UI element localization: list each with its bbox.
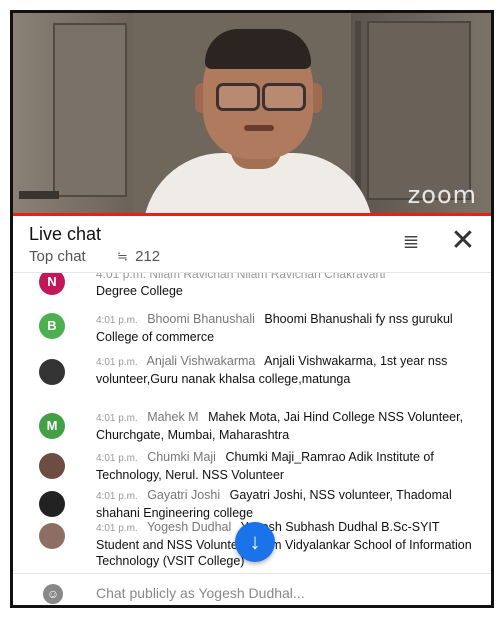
message-clipped-header: 4:01 p.m. Nilam Ravichan Nilam Ravichan … bbox=[96, 273, 386, 281]
chat-input-bar[interactable]: ☺ Chat publicly as Yogesh Dudhal... bbox=[13, 573, 491, 605]
avatar[interactable]: M bbox=[39, 413, 65, 439]
list-item: 4:01 p.m. Anjali Vishwakarma Anjali Vish… bbox=[13, 353, 491, 407]
speaker-hair bbox=[205, 29, 311, 69]
list-item: N 4:01 p.m. Nilam Ravichan Nilam Ravicha… bbox=[13, 273, 491, 299]
viewer-count-value: 212 bbox=[135, 248, 161, 265]
message-body: 4:01 p.m. Anjali Vishwakarma Anjali Vish… bbox=[96, 353, 478, 387]
message-author[interactable]: Mahek M bbox=[147, 410, 198, 424]
avatar: N bbox=[39, 273, 65, 295]
message-author[interactable]: Chumki Maji bbox=[147, 450, 216, 464]
viewers-icon: ≒ bbox=[117, 249, 128, 264]
avatar[interactable]: B bbox=[39, 313, 65, 339]
chat-input[interactable]: Chat publicly as Yogesh Dudhal... bbox=[96, 585, 305, 601]
speaker-glasses-left bbox=[216, 83, 260, 111]
message-body: 4:01 p.m. Mahek M Mahek Mota, Jai Hind C… bbox=[96, 409, 478, 443]
message-author[interactable]: Anjali Vishwakarma bbox=[147, 354, 256, 368]
avatar[interactable] bbox=[39, 359, 65, 385]
message-body: 4:01 p.m. Gayatri Joshi Gayatri Joshi, N… bbox=[96, 487, 478, 521]
avatar[interactable] bbox=[39, 453, 65, 479]
chat-mode-selector[interactable]: Top chat bbox=[29, 248, 86, 265]
chat-title: Live chat bbox=[29, 224, 102, 244]
avatar[interactable] bbox=[39, 491, 65, 517]
video-player[interactable]: zoom bbox=[13, 13, 491, 213]
message-author[interactable]: Yogesh Dudhal bbox=[147, 520, 231, 534]
speaker-mouth bbox=[244, 125, 274, 131]
message-time: 4:01 p.m. bbox=[96, 357, 138, 368]
participant-name-tag bbox=[19, 191, 59, 199]
speaker-glasses-right bbox=[262, 83, 306, 111]
list-item: 4:01 p.m. Chumki Maji Chumki Maji_Ramrao… bbox=[13, 449, 491, 487]
emoji-icon[interactable]: ☺ bbox=[43, 584, 63, 604]
avatar-letter: N bbox=[47, 274, 57, 289]
message-time: 4:01 p.m. bbox=[96, 315, 138, 326]
filter-sliders-icon[interactable]: ≣ bbox=[397, 230, 425, 254]
message-time: 4:01 p.m. bbox=[96, 523, 138, 534]
chat-header: Live chat Top chat ≒ 212 ≣ ✕ bbox=[13, 216, 491, 273]
arrow-down-icon: ↓ bbox=[249, 529, 261, 554]
avatar-letter: M bbox=[46, 418, 58, 433]
message-author[interactable]: Bhoomi Bhanushali bbox=[147, 312, 255, 326]
message-time: 4:01 p.m. bbox=[96, 413, 138, 424]
avatar[interactable] bbox=[39, 523, 65, 549]
scroll-to-bottom-button[interactable]: ↓ bbox=[235, 522, 275, 562]
message-body: 4:01 p.m. Bhoomi Bhanushali Bhoomi Bhanu… bbox=[96, 311, 478, 345]
app-frame: zoom Live chat Top chat ≒ 212 ≣ ✕ N 4:01… bbox=[10, 10, 494, 608]
video-cabinet-edge bbox=[355, 21, 361, 196]
message-author[interactable]: Gayatri Joshi bbox=[147, 488, 220, 502]
viewer-count: ≒ 212 bbox=[117, 248, 160, 265]
message-body: 4:01 p.m. Yogesh Dudhal Yogesh Subhash D… bbox=[96, 519, 478, 569]
video-door bbox=[53, 23, 127, 197]
list-item: B 4:01 p.m. Bhoomi Bhanushali Bhoomi Bha… bbox=[13, 311, 491, 349]
zoom-watermark: zoom bbox=[407, 181, 477, 209]
list-item: M 4:01 p.m. Mahek M Mahek Mota, Jai Hind… bbox=[13, 409, 491, 447]
message-time: 4:01 p.m. bbox=[96, 491, 138, 502]
close-icon[interactable]: ✕ bbox=[449, 226, 477, 256]
message-text: Degree College bbox=[96, 284, 183, 298]
message-time: 4:01 p.m. bbox=[96, 453, 138, 464]
video-cabinet bbox=[367, 21, 471, 200]
avatar-letter: B bbox=[47, 318, 57, 333]
message-body: 4:01 p.m. Chumki Maji Chumki Maji_Ramrao… bbox=[96, 449, 478, 483]
